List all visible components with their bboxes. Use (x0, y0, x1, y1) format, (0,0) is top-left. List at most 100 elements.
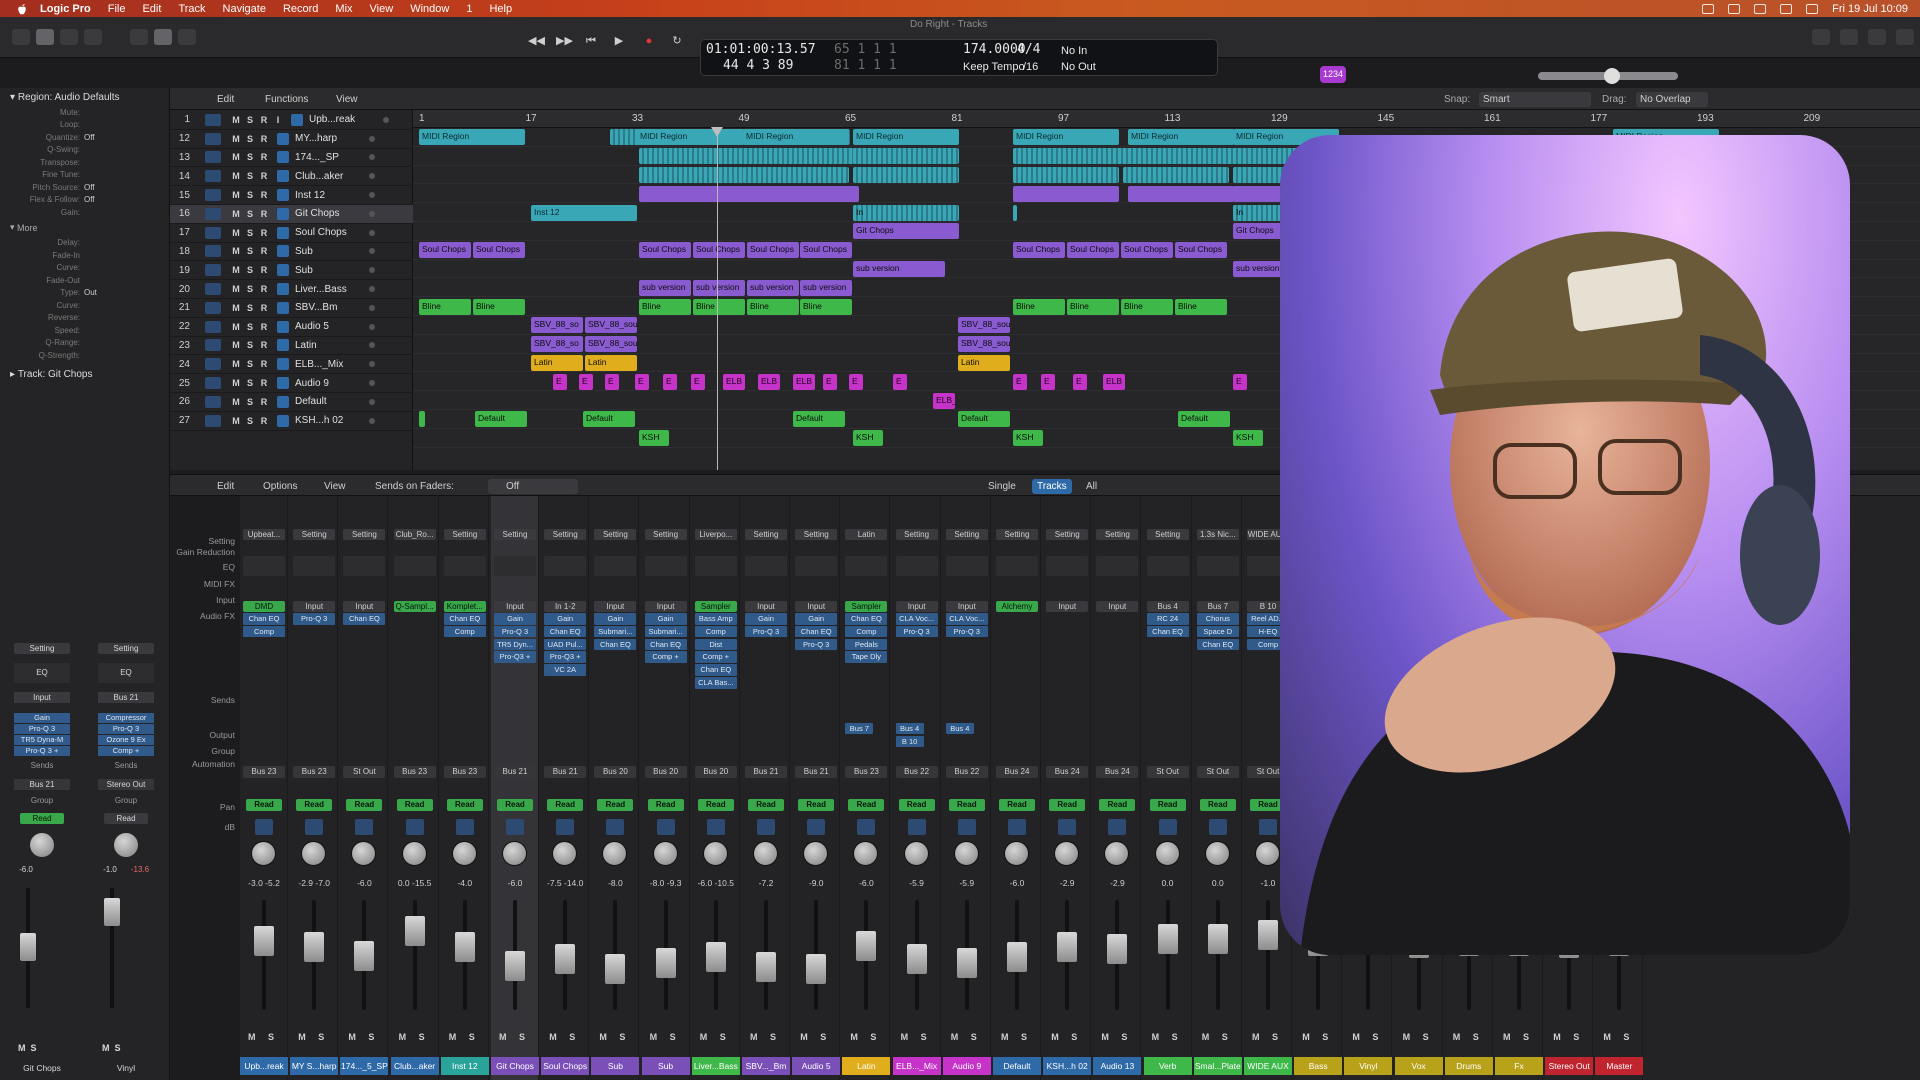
menu-navigate[interactable]: Navigate (223, 3, 266, 15)
strip-input[interactable]: Input (14, 692, 70, 703)
pan-knob[interactable] (301, 841, 327, 866)
automation-mode[interactable]: Read (547, 799, 584, 811)
plugin-slot[interactable]: Space D (1196, 625, 1239, 638)
inspector-param-row[interactable]: Fade-In (0, 249, 169, 262)
region[interactable] (1013, 167, 1119, 183)
channel-setting[interactable]: Setting (544, 529, 587, 540)
region[interactable]: ELB_ (933, 392, 955, 409)
region[interactable]: Bline (800, 298, 852, 315)
track-header[interactable]: 24 M S R ELB..._Mix (170, 355, 413, 375)
mute-button[interactable]: M (229, 171, 243, 181)
region[interactable]: E (605, 373, 619, 390)
region[interactable]: Bline (747, 298, 799, 315)
mute-button[interactable]: M (1101, 1032, 1109, 1042)
region[interactable]: Bline (693, 298, 745, 315)
solo-button[interactable]: S (318, 1032, 324, 1042)
plugin-slot[interactable]: Comp (845, 625, 888, 638)
channel-setting[interactable]: Latin (845, 529, 888, 540)
mute-button[interactable]: M (229, 416, 243, 426)
inspector-param-row[interactable]: Delay: (0, 237, 169, 250)
menu-window[interactable]: Window (410, 3, 449, 15)
plugin-slot[interactable]: Chan EQ (544, 625, 587, 638)
mute-button[interactable]: M (750, 1032, 758, 1042)
automation-mode[interactable]: Read (446, 799, 483, 811)
plugin-slot[interactable]: Pro-Q 3 (895, 625, 938, 638)
note-pad-button[interactable] (1840, 29, 1858, 45)
record-button[interactable]: R (257, 322, 271, 332)
volume-fader[interactable] (1057, 932, 1078, 962)
mute-button[interactable]: M (700, 1032, 708, 1042)
inspector-param-row[interactable]: Q-Range: (0, 337, 169, 350)
channel-output[interactable]: Bus 21 (544, 766, 587, 778)
volume-fader[interactable] (354, 941, 375, 971)
screen-record-icon[interactable] (1702, 3, 1715, 14)
channel-input[interactable]: Input (745, 601, 787, 612)
region[interactable]: E (663, 373, 677, 390)
tracks-view-menu[interactable]: View (336, 92, 358, 107)
record-button[interactable]: R (257, 209, 271, 219)
channel-output[interactable]: Bus 23 (443, 766, 486, 778)
region[interactable]: E (553, 373, 567, 390)
volume-fader[interactable] (1258, 920, 1278, 950)
automation-mode[interactable]: Read (647, 799, 684, 811)
mute-button[interactable]: M (229, 303, 243, 313)
strip-output[interactable]: Stereo Out (98, 779, 154, 790)
strip-pan-knob[interactable] (114, 833, 138, 857)
plugin-slot[interactable]: Comp (243, 625, 285, 638)
channel-setting[interactable]: Setting (795, 529, 838, 540)
mute-button[interactable]: M (650, 1032, 658, 1042)
region[interactable] (1013, 148, 1253, 165)
automation-mode[interactable]: Read (898, 799, 935, 811)
plugin-slot[interactable]: Chan EQ (845, 613, 888, 625)
plugin-slot[interactable]: Gain (644, 613, 687, 625)
plugin-slot[interactable]: Chan EQ (343, 613, 386, 625)
channel-input[interactable]: Bus 7 (1196, 601, 1239, 612)
region[interactable]: sub version (639, 279, 691, 296)
automation-icon[interactable] (277, 189, 289, 202)
channel-input[interactable]: In 1-2 (544, 601, 587, 612)
automation-icon[interactable] (277, 245, 289, 258)
solo-button[interactable]: S (1573, 1032, 1579, 1042)
record-button[interactable]: R (257, 265, 271, 275)
inspector-button[interactable] (36, 29, 54, 45)
channel-output[interactable]: Bus 24 (1096, 766, 1139, 778)
channel-setting[interactable]: Upbeat... (243, 529, 285, 540)
param-value[interactable]: Out (84, 288, 97, 297)
pan-knob[interactable] (652, 841, 678, 866)
inspector-param-row[interactable]: Fade-Out (0, 274, 169, 287)
play-icon[interactable]: ▶ (612, 35, 626, 48)
region[interactable]: Soul Chops (419, 242, 471, 259)
automation-icon[interactable] (277, 395, 289, 408)
apple-icon[interactable] (14, 3, 30, 15)
strip-fader[interactable] (20, 933, 36, 961)
region[interactable]: sub version (853, 261, 945, 277)
channel-setting[interactable]: Club_Ro... (393, 529, 436, 540)
strip-mute[interactable]: M S (18, 1043, 37, 1053)
strip-eq[interactable]: EQ (98, 663, 154, 683)
channel-input[interactable]: Input (1046, 601, 1089, 612)
mute-button[interactable]: M (229, 246, 243, 256)
inspector-param-row[interactable]: Q-Swing: (0, 144, 169, 157)
inspector-param-row[interactable]: Reverse: (0, 312, 169, 325)
channel-output[interactable]: Bus 22 (895, 766, 938, 778)
automation-icon[interactable] (277, 339, 289, 352)
channel-output[interactable]: Bus 21 (795, 766, 838, 778)
solo-button[interactable]: S (243, 359, 257, 369)
plugin-slot[interactable]: RC 24 (1146, 613, 1189, 625)
channel-setting[interactable]: Setting (594, 529, 637, 540)
channel-output[interactable]: Bus 21 (494, 766, 536, 778)
strip-input[interactable]: Bus 21 (98, 692, 154, 703)
automation-mode[interactable]: Read (999, 799, 1035, 811)
eq-thumbnail[interactable] (1046, 556, 1089, 576)
solo-button[interactable]: S (368, 1032, 374, 1042)
plugin-slot[interactable]: Pro-Q 3 (945, 625, 988, 638)
plugin-slot[interactable]: CLA Voc... (945, 613, 988, 625)
solo-button[interactable]: S (243, 134, 257, 144)
eq-thumbnail[interactable] (243, 556, 285, 576)
plugin-slot[interactable]: Pro-Q 3 (494, 625, 536, 638)
automation-mode[interactable]: Read (798, 799, 835, 811)
volume-fader[interactable] (956, 948, 977, 978)
channel-setting[interactable]: Setting (945, 529, 988, 540)
automation-icon[interactable] (291, 113, 303, 126)
eq-thumbnail[interactable] (393, 556, 436, 576)
